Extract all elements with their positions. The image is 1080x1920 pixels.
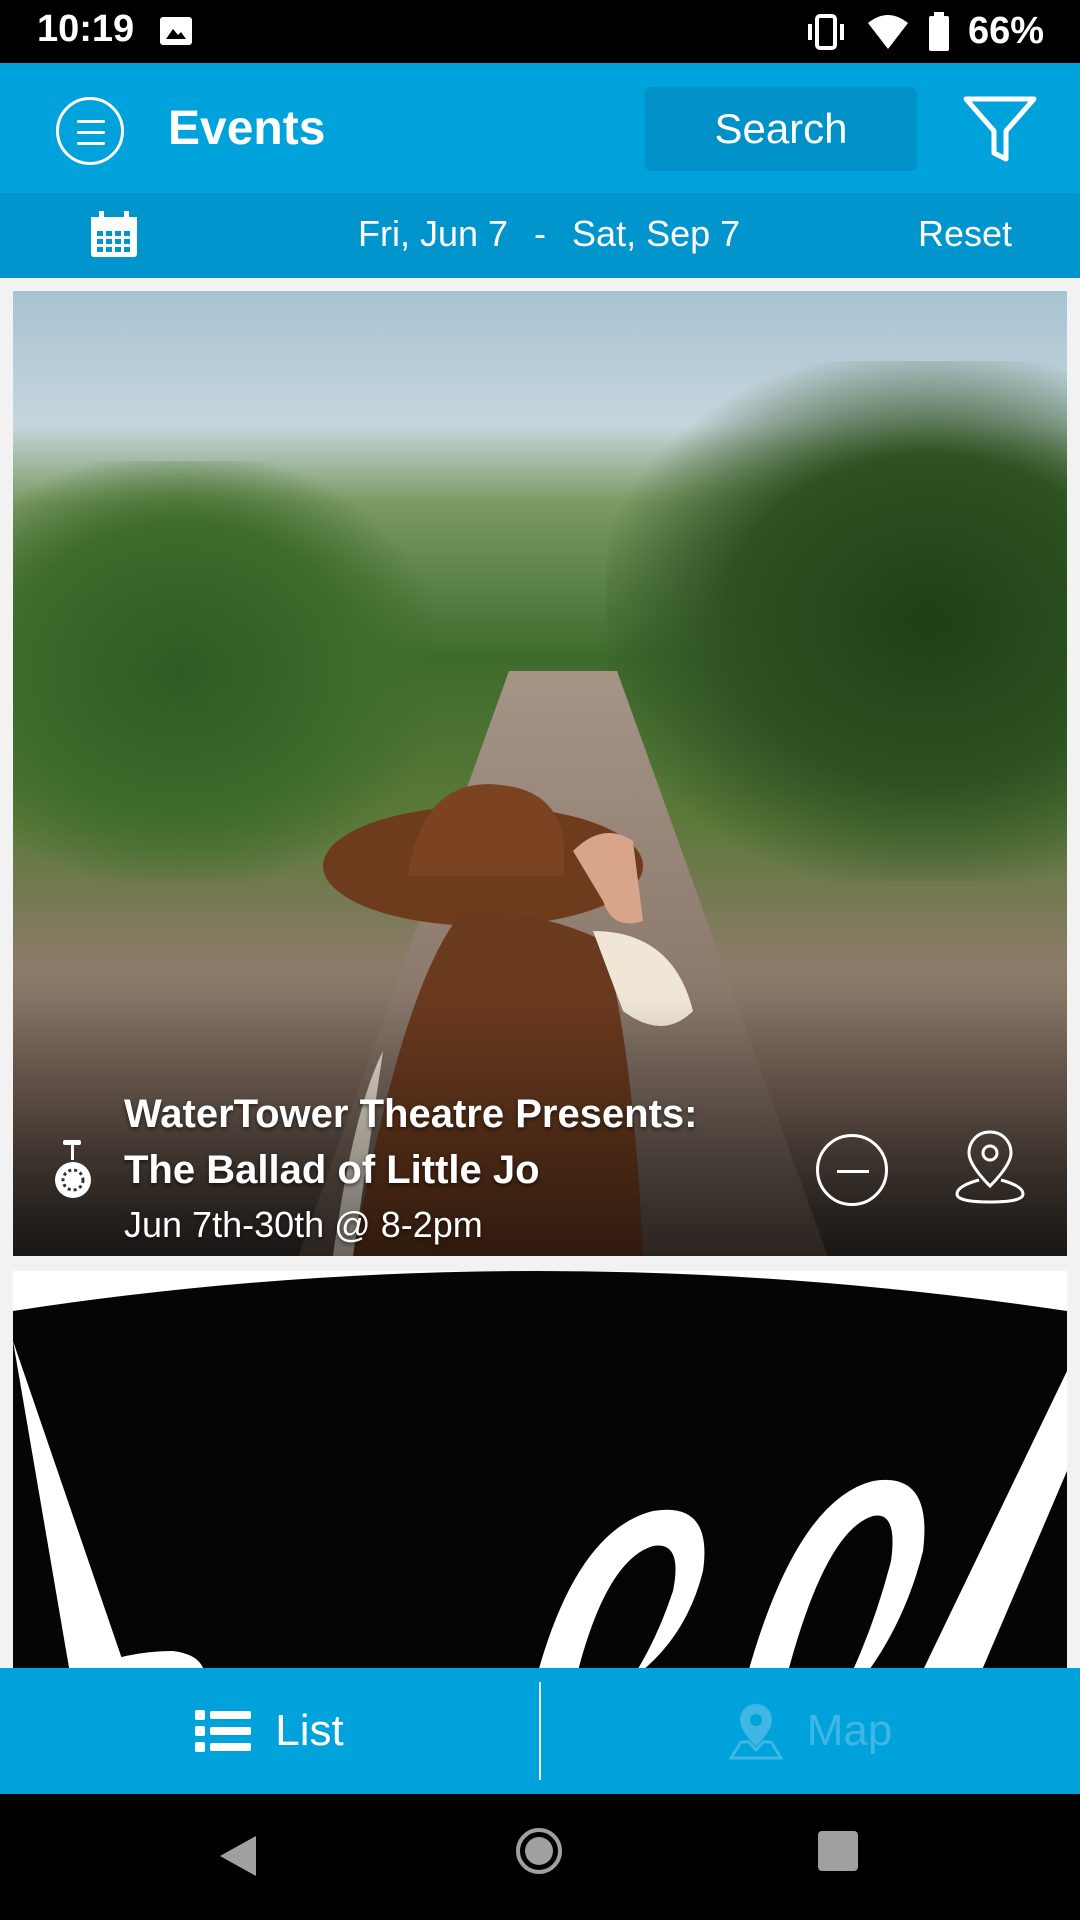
event-title[interactable]: WaterTower Theatre Presents: The Ballad … xyxy=(124,1086,744,1198)
page-title: Events xyxy=(168,102,326,155)
event-logo-image xyxy=(13,1271,1067,1668)
start-date[interactable]: Fri, Jun 7 xyxy=(358,213,508,255)
wifi-icon xyxy=(867,14,908,49)
event-card[interactable] xyxy=(13,1271,1067,1668)
battery-icon xyxy=(928,11,949,51)
list-icon xyxy=(195,1710,252,1752)
app-bar: Events Search xyxy=(0,63,1080,193)
date-separator: - xyxy=(534,213,547,254)
recent-apps-icon[interactable] xyxy=(818,1831,858,1871)
end-date[interactable]: Sat, Sep 7 xyxy=(572,213,740,255)
filter-icon[interactable] xyxy=(962,95,1038,165)
status-bar: 10:19 66% xyxy=(0,0,1080,63)
map-pin-icon xyxy=(728,1704,783,1760)
event-info: WaterTower Theatre Presents: The Ballad … xyxy=(13,1076,1067,1256)
event-date: Jun 7th-30th @ 8-2pm xyxy=(124,1204,483,1245)
tab-list-label: List xyxy=(275,1706,344,1755)
tab-map[interactable]: Map xyxy=(541,1668,1080,1794)
search-button[interactable]: Search xyxy=(645,87,917,171)
remove-event-button[interactable] xyxy=(816,1134,888,1206)
minus-icon xyxy=(837,1170,869,1173)
date-range[interactable]: Fri, Jun 7 - Sat, Sep 7 xyxy=(358,213,740,255)
home-icon[interactable] xyxy=(516,1828,562,1874)
unicycle-icon xyxy=(55,1140,91,1198)
vibrate-icon xyxy=(807,13,844,50)
menu-icon xyxy=(77,120,105,123)
menu-icon-line xyxy=(77,131,105,134)
image-notification-icon xyxy=(160,17,192,45)
calendar-icon[interactable] xyxy=(89,211,139,259)
tab-map-label: Map xyxy=(806,1706,893,1755)
battery-percent: 66% xyxy=(967,10,1044,52)
status-time: 10:19 xyxy=(37,8,135,50)
bottom-tab-bar: List Map xyxy=(0,1668,1080,1794)
menu-icon-line xyxy=(77,142,105,145)
menu-button[interactable] xyxy=(56,97,124,165)
system-nav-bar xyxy=(0,1794,1080,1920)
date-range-bar: Fri, Jun 7 - Sat, Sep 7 Reset xyxy=(0,193,1080,278)
reset-button[interactable]: Reset xyxy=(918,213,1012,255)
event-card[interactable]: WaterTower Theatre Presents: The Ballad … xyxy=(13,291,1067,1256)
tab-list[interactable]: List xyxy=(0,1668,539,1794)
status-indicators: 66% xyxy=(804,10,1044,53)
back-icon[interactable] xyxy=(218,1834,258,1878)
location-pin-icon[interactable] xyxy=(953,1126,1027,1206)
event-list[interactable]: WaterTower Theatre Presents: The Ballad … xyxy=(0,278,1080,1668)
